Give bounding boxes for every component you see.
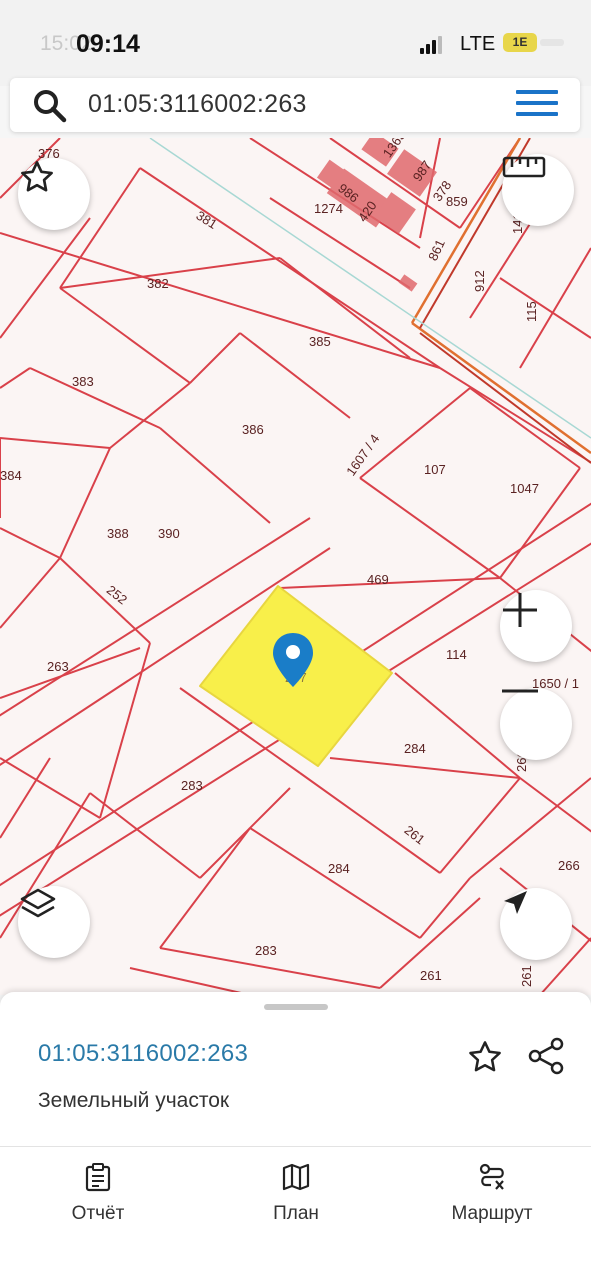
parcel-label: 861 <box>425 237 448 263</box>
parcel-label: 859 <box>446 194 468 209</box>
parcel-label: 1607 / 4 <box>343 431 382 478</box>
tab-report-label: Отчёт <box>71 1203 125 1224</box>
tab-plan[interactable]: План <box>256 1162 336 1225</box>
network-type: LTE <box>460 33 496 55</box>
sheet-divider <box>0 1146 591 1147</box>
tab-plan-label: План <box>273 1203 319 1224</box>
parcel-info-sheet[interactable]: 01:05:3116002:263 Земельный участок Отчё… <box>0 992 591 1280</box>
parcel-label: 381 <box>194 208 220 232</box>
battery-ghost <box>540 39 564 46</box>
parcel-label: 1047 <box>510 481 539 496</box>
parcel-type: Земельный участок <box>38 1089 230 1112</box>
parcel-label: 390 <box>158 526 180 541</box>
search-input[interactable]: 01:05:3116002:263 <box>88 90 307 119</box>
zoom-in-button[interactable] <box>500 590 572 662</box>
hamburger-menu-icon[interactable] <box>516 90 558 120</box>
tab-report[interactable]: Отчёт <box>58 1162 138 1225</box>
report-icon <box>84 1163 112 1196</box>
parcel-label: 261 <box>519 965 534 987</box>
parcel-label: 382 <box>147 276 169 291</box>
share-icon[interactable] <box>526 1036 566 1081</box>
parcel-label: 266 <box>558 858 580 873</box>
ruler-button[interactable] <box>502 154 574 226</box>
signal-icon <box>420 36 444 54</box>
parcel-label: 912 <box>472 270 487 292</box>
status-time: 09:14 <box>76 30 140 58</box>
parcel-label: 284 <box>404 741 426 756</box>
route-icon <box>477 1163 507 1196</box>
battery-icon: 1E <box>503 33 537 52</box>
parcel-label: 115 <box>524 301 539 322</box>
cadastral-map[interactable]: 376 381 382 383 384 385 386 1607 / 4 127… <box>0 138 591 995</box>
parcel-label: 1274 <box>314 201 343 216</box>
parcel-layer: 376 381 382 383 384 385 386 1607 / 4 127… <box>0 138 591 995</box>
sheet-drag-handle[interactable] <box>264 1004 328 1010</box>
favorite-map-button[interactable] <box>18 158 90 230</box>
star-icon[interactable] <box>466 1038 504 1081</box>
parcel-label: 261 <box>401 822 427 847</box>
parcel-label: 284 <box>328 861 350 876</box>
search-icon[interactable] <box>32 88 68 129</box>
parcel-label: 469 <box>367 572 389 587</box>
parcel-label: 388 <box>107 526 129 541</box>
parcel-label: 283 <box>255 943 277 958</box>
zoom-out-button[interactable] <box>500 688 572 760</box>
layers-button[interactable] <box>18 886 90 958</box>
parcel-label: 283 <box>181 778 203 793</box>
locate-button[interactable] <box>500 888 572 960</box>
parcel-label: 261 <box>420 968 442 983</box>
parcel-label: 386 <box>242 422 264 437</box>
parcel-label: 263 <box>47 659 69 674</box>
parcel-number: 01:05:3116002:263 <box>38 1040 249 1067</box>
parcel-label: 385 <box>309 334 331 349</box>
tab-route[interactable]: Маршрут <box>442 1162 542 1225</box>
parcel-label: 114 <box>446 647 467 662</box>
search-bar[interactable]: 01:05:3116002:263 <box>10 78 580 132</box>
map-plan-icon <box>281 1163 311 1196</box>
parcel-label: 383 <box>72 374 94 389</box>
parcel-label: 107 <box>424 462 446 477</box>
parcel-label: 384 <box>0 468 22 483</box>
tab-route-label: Маршрут <box>451 1203 533 1224</box>
status-bar: 15:02 09:14 LTE 1E <box>0 0 591 86</box>
